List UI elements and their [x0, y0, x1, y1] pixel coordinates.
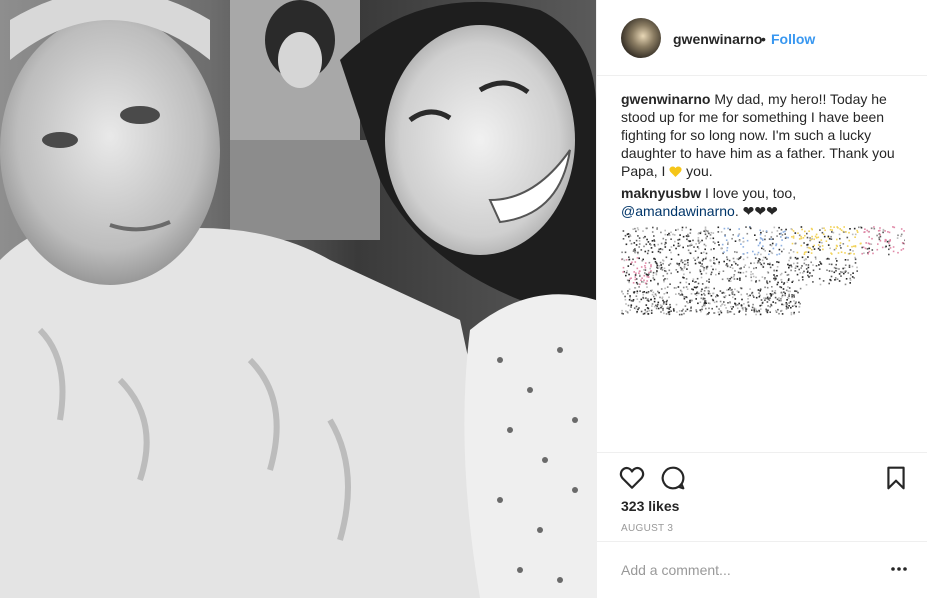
comment-caption: gwenwinarno My dad, my hero!! Today he s… [621, 90, 909, 180]
likes-count[interactable]: 323 likes [621, 498, 679, 514]
heart-outline-icon[interactable] [619, 465, 645, 491]
comment-mention[interactable]: @amandawinarno [621, 203, 735, 219]
comment-reply: maknyusbw I love you, too, @amandawinarn… [621, 184, 909, 220]
post-side-panel: gwenwinarno • Follow gwenwinarno My dad,… [596, 0, 927, 598]
bookmark-icon[interactable] [883, 465, 909, 491]
post-header: gwenwinarno • Follow [597, 0, 927, 76]
redacted-comments [621, 226, 905, 316]
comment-text: I love you, too, [705, 185, 797, 201]
post-date: AUGUST 3 [621, 523, 674, 534]
action-bar [597, 452, 927, 500]
header-username[interactable]: gwenwinarno [673, 31, 762, 47]
more-options-icon[interactable] [889, 559, 909, 579]
photo-image [0, 0, 596, 598]
instagram-post: gwenwinarno • Follow gwenwinarno My dad,… [0, 0, 927, 598]
post-photo[interactable] [0, 0, 596, 598]
yellow-heart-icon [669, 166, 682, 177]
comment-username[interactable]: maknyusbw [621, 185, 701, 201]
comment-username[interactable]: gwenwinarno [621, 91, 710, 107]
comment-text-end: . ❤❤❤ [734, 203, 778, 219]
add-comment-section [597, 541, 927, 598]
add-comment-input[interactable] [621, 560, 871, 580]
follow-button[interactable]: Follow [771, 31, 815, 47]
profile-avatar-icon[interactable] [621, 18, 661, 58]
comment-icon[interactable] [660, 465, 686, 491]
comments-list: gwenwinarno My dad, my hero!! Today he s… [621, 90, 909, 224]
header-separator: • [761, 31, 766, 47]
comment-text-end: you. [686, 163, 713, 179]
